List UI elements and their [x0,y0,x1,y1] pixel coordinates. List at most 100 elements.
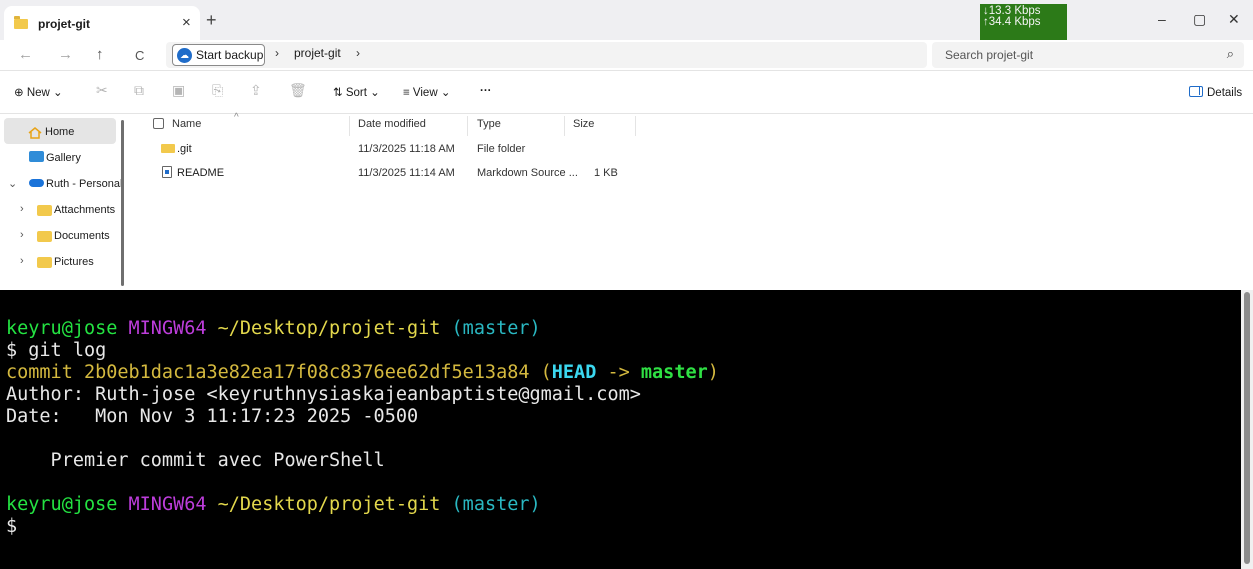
column-divider[interactable] [635,116,636,136]
commit-message: Premier commit avec PowerShell [6,450,385,471]
gallery-icon [29,151,44,162]
sidebar-item-pictures[interactable]: Pictures [54,256,94,268]
file-type: Markdown Source ... [477,167,578,179]
folder-icon [161,144,175,153]
file-name: .git [177,143,192,155]
prompt-path: ~/Desktop/projet-git [217,494,441,515]
start-backup-button[interactable]: ☁ Start backup [172,44,265,66]
new-button[interactable]: ⊕ New ⌄ [14,85,63,99]
details-label: Details [1207,87,1243,99]
breadcrumb-projet-git[interactable]: projet-git [294,46,341,60]
date-line: Date: Mon Nov 3 11:17:23 2025 -0500 [6,406,419,427]
breadcrumb-separator[interactable]: › [356,46,360,60]
delete-icon[interactable]: 🗑 [289,82,307,99]
search-icon[interactable]: ⌕ [1227,46,1234,62]
sidebar-item-onedrive[interactable]: Ruth - Personal [46,178,122,190]
terminal-output: keyru@jose MINGW64 ~/Desktop/projet-git … [6,318,719,538]
prompt-path: ~/Desktop/projet-git [217,318,441,339]
column-divider[interactable] [467,116,468,136]
tab-title: projet-git [38,17,90,31]
branch-ref: master [640,362,708,383]
commit-label: commit [6,362,73,383]
home-icon [28,126,42,139]
terminal-scrollbar[interactable] [1241,290,1253,569]
refresh-icon[interactable]: C [135,48,144,63]
search-box[interactable]: Search projet-git ⌕ [932,42,1244,68]
prompt-shell: MINGW64 [128,494,207,515]
file-type: File folder [477,143,526,155]
network-speed-meter: ↓13.3 Kbps ↑34.4 Kbps [980,4,1067,40]
search-placeholder: Search projet-git [945,48,1034,62]
folder-icon [37,205,52,216]
explorer-tab[interactable]: projet-git × [4,6,200,40]
head-ref: HEAD [551,362,597,383]
forward-arrow-icon[interactable]: → [58,46,73,63]
ref-arrow: -> [607,362,630,383]
chevron-right-icon[interactable]: › [20,203,24,215]
file-size: 1 KB [594,167,618,179]
navigation-pane: Home Gallery ⌄ Ruth - Personal › Attachm… [0,114,124,290]
column-header-size[interactable]: Size [573,118,594,130]
chevron-down-icon[interactable]: ⌄ [8,177,17,190]
folder-icon [37,257,52,268]
file-list: Name ^ Date modified Type Size .git 11/3… [124,112,1253,290]
breadcrumb-separator[interactable]: › [275,46,279,60]
more-options-icon[interactable]: ··· [480,85,492,97]
author-line: Author: Ruth-jose <keyruthnysiaskajeanba… [6,384,641,405]
column-header-date[interactable]: Date modified [358,118,426,130]
cut-icon[interactable]: ✂ [96,82,108,99]
start-backup-label: Start backup [196,48,264,62]
sidebar-item-attachments[interactable]: Attachments [54,204,115,216]
column-header-type[interactable]: Type [477,118,501,130]
new-tab-button[interactable]: + [206,11,217,29]
onedrive-cloud-icon [29,179,44,187]
column-header-name[interactable]: Name [172,118,201,130]
git-bash-terminal[interactable]: keyru@jose MINGW64 ~/Desktop/projet-git … [0,290,1253,569]
file-explorer-window: projet-git × + ↓13.3 Kbps ↑34.4 Kbps – ▢… [0,0,1253,290]
paste-icon[interactable]: ▣ [172,82,185,99]
close-window-button[interactable]: ✕ [1228,11,1240,28]
column-divider[interactable] [349,116,350,136]
folder-icon [37,231,52,242]
tab-close-icon[interactable]: × [182,14,191,31]
file-date: 11/3/2025 11:14 AM [358,167,455,179]
ref-open-paren: ( [540,362,552,383]
view-button[interactable]: ≡ View ⌄ [403,85,450,99]
back-arrow-icon[interactable]: ← [18,46,33,63]
chevron-right-icon[interactable]: › [20,229,24,241]
cursor-line[interactable]: $ [6,516,719,538]
rename-icon[interactable]: ⎘ [212,82,223,99]
scrollbar-thumb[interactable] [1244,292,1250,564]
prompt-line: keyru@jose MINGW64 ~/Desktop/projet-git … [6,494,719,516]
details-pane-icon [1189,86,1203,97]
sidebar-item-gallery[interactable]: Gallery [46,152,81,164]
prompt-branch: (master) [451,318,541,339]
prompt-user-host: keyru@jose [6,494,118,515]
address-bar[interactable] [166,42,927,68]
ref-close-paren: ) [707,362,719,383]
select-all-checkbox[interactable] [153,118,164,129]
upload-speed: ↑34.4 Kbps [983,16,1041,28]
up-arrow-icon[interactable]: ↑ [96,46,104,63]
prompt-branch: (master) [451,494,541,515]
copy-icon[interactable]: ⧉ [134,82,144,99]
maximize-button[interactable]: ▢ [1193,11,1206,28]
markdown-file-icon [162,166,172,178]
minimize-button[interactable]: – [1158,11,1166,27]
command-line: $ git log [6,340,107,361]
prompt-user-host: keyru@jose [6,318,118,339]
prompt-shell: MINGW64 [128,318,207,339]
details-pane-button[interactable]: Details [1189,85,1242,99]
sort-button[interactable]: ⇅ Sort ⌄ [333,85,380,99]
title-bar: projet-git × + ↓13.3 Kbps ↑34.4 Kbps – ▢… [0,0,1253,40]
commit-line: commit 2b0eb1dac1a3e82ea17f08c8376ee62df… [6,362,719,384]
command-bar: ⊕ New ⌄ ✂ ⧉ ▣ ⎘ ⇪ 🗑 ⇅ Sort ⌄ ≡ View ⌄ ··… [0,70,1253,114]
share-icon[interactable]: ⇪ [250,82,262,99]
column-divider[interactable] [564,116,565,136]
sidebar-item-documents[interactable]: Documents [54,230,110,242]
folder-icon [14,16,28,29]
file-name: README [177,167,225,179]
chevron-right-icon[interactable]: › [20,255,24,267]
onedrive-backup-icon: ☁ [177,48,192,63]
